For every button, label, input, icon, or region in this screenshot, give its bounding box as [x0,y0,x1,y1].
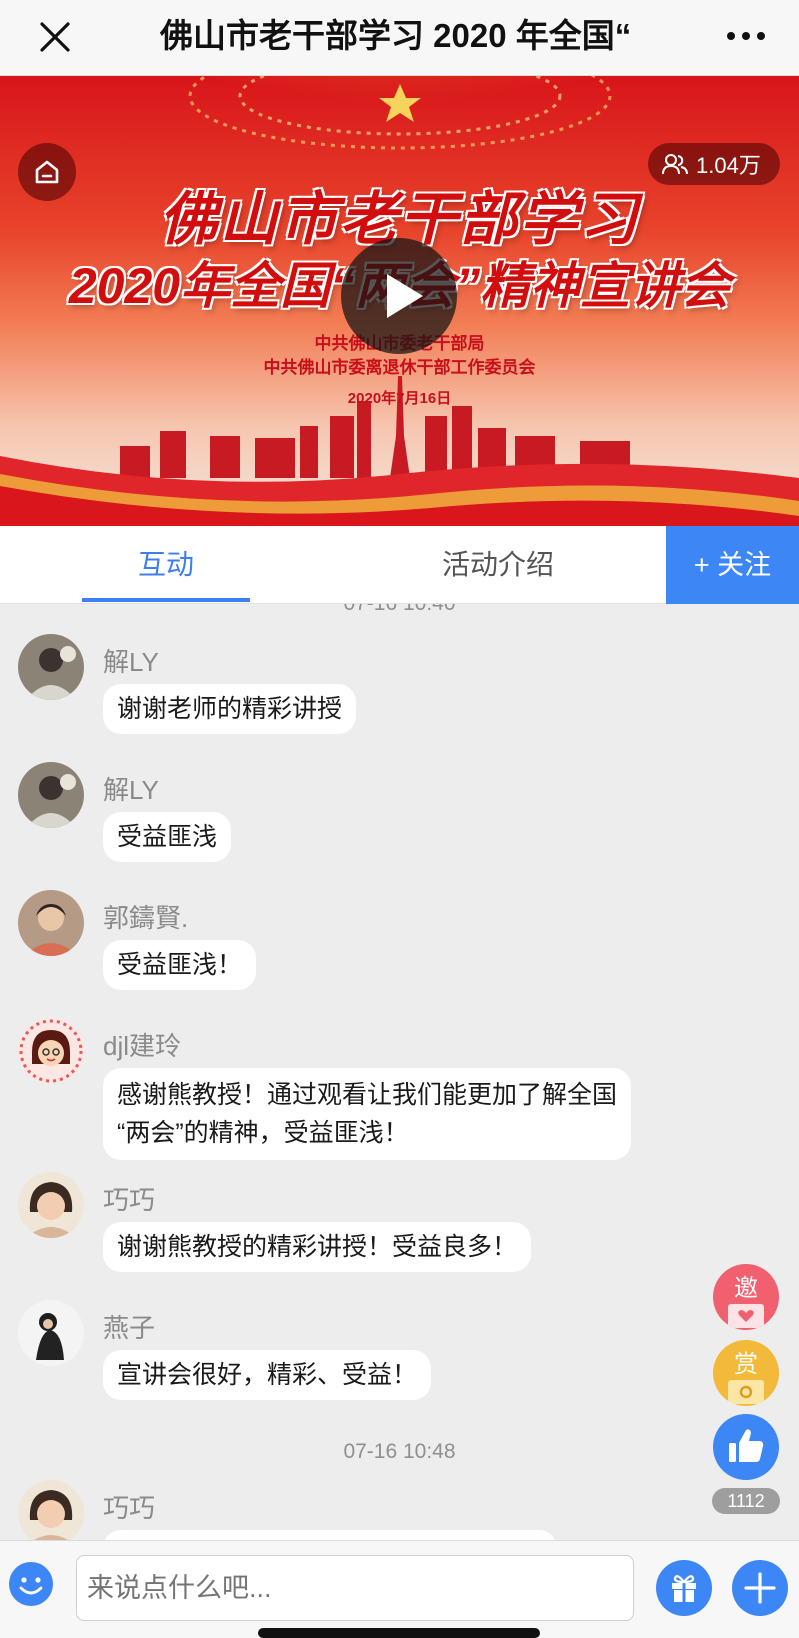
message-line: “两会”的精神，受益匪浅！ [117,1119,409,1147]
username: 巧巧 [103,1185,156,1215]
page-title: 佛山市老干部学习 2020 年全国“ [160,17,632,54]
invite-label: 邀 [734,1275,758,1302]
avatar[interactable] [18,890,84,956]
message-bubble: 受益匪浅 [103,812,232,862]
username: 巧巧 [103,1493,156,1523]
invite-button[interactable]: 邀 [713,1264,779,1330]
username: djl建玲 [103,1031,182,1061]
message-bubble: 谢谢熊教授的精彩讲授！受益良多！ [103,1222,532,1272]
plus-icon[interactable] [731,1559,789,1617]
play-button[interactable] [341,238,457,354]
avatar[interactable] [18,1480,84,1540]
like-count: 1112 [712,1488,780,1514]
avatar[interactable] [18,762,84,828]
tab-activity-intro[interactable]: 活动介绍 [408,526,588,604]
message-bubble: 受益匪浅！ [103,940,257,990]
username: 燕子 [103,1313,156,1343]
banner-date: 2020年7月16日 [347,390,452,407]
time-divider: 07-16 10:48 [343,1440,456,1463]
message-bubble: 感谢熊教授！通过观看让我们能更加了解全国 “两会”的精神，受益匪浅！ [103,1068,632,1160]
time-divider: 07-16 10:40 [0,604,799,616]
follow-button[interactable]: + 关注 [666,526,799,604]
username: 解LY [103,775,159,805]
message-bubble: 谢谢老师的精彩讲授 [103,684,357,734]
coin-icon [728,1380,764,1404]
avatar[interactable] [18,1172,84,1238]
like-button[interactable] [713,1414,779,1480]
avatar[interactable] [18,634,84,700]
reward-label: 赏 [734,1351,758,1378]
avatar[interactable] [18,1300,84,1366]
play-icon [387,274,423,318]
top-bar: 佛山市老干部学习 2020 年全国“ [0,0,799,76]
thumbs-up-icon [729,1429,764,1462]
emoji-icon[interactable] [8,1561,54,1607]
active-tab-indicator [82,598,250,602]
close-icon[interactable] [36,18,74,56]
avatar[interactable] [18,1018,84,1084]
composer-bar [0,1540,799,1638]
message-bubble: 宣讲会很好，精彩、受益！ [103,1350,432,1400]
tab-interaction[interactable]: 互动 [82,526,250,604]
banner-organizer-2: 中共佛山市委离退休干部工作委员会 [263,358,536,377]
message-bubble [103,1530,557,1540]
more-icon[interactable] [725,26,767,46]
home-indicator [258,1628,540,1638]
gift-icon[interactable] [655,1559,713,1617]
chat-list[interactable]: 07-16 10:40 解LY 谢谢老师的精彩讲授 解LY 受益匪浅 郭鑄賢. … [0,604,799,1540]
comment-input[interactable] [76,1555,634,1621]
username: 解LY [103,647,159,677]
reward-button[interactable]: 赏 [713,1340,779,1406]
video-banner[interactable]: 1.04万 佛山市老干部学习 2020年全国“两会”精神宣讲会 中共佛山市委老干… [0,76,799,526]
username: 郭鑄賢. [103,903,189,933]
message-line: 感谢熊教授！通过观看让我们能更加了解全国 [117,1081,618,1109]
envelope-heart-icon [728,1304,764,1328]
